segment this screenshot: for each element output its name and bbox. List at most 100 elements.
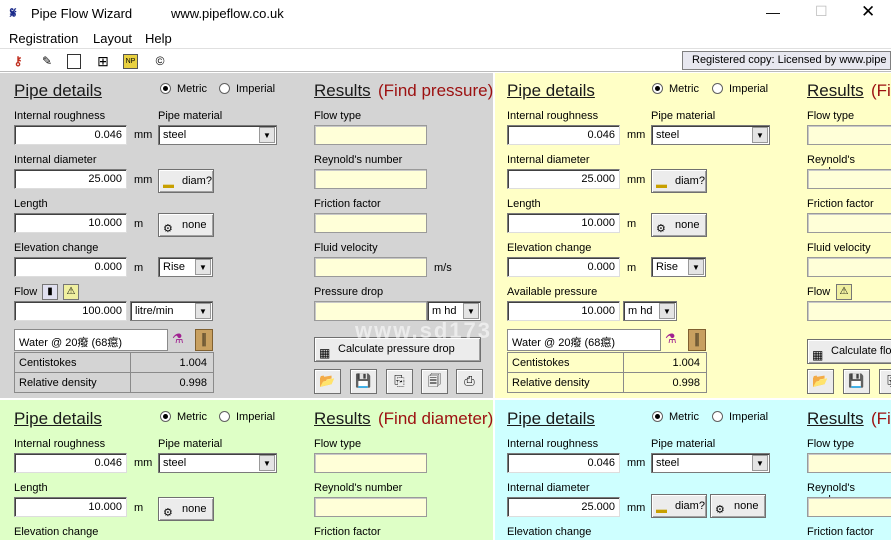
panel-find-pressure: Pipe details Metric Imperial Results (Fi… <box>0 73 494 399</box>
grid-layout-icon[interactable]: ⊞ <box>95 53 111 69</box>
length-input[interactable]: 10.000 <box>507 213 620 233</box>
flow-type-result <box>314 125 427 145</box>
menu-registration[interactable]: Registration <box>9 31 78 46</box>
rise-fall-select[interactable]: Rise ▼ <box>158 257 213 277</box>
centistokes-value: 1.004 <box>672 357 700 369</box>
notes-icon[interactable]: NP <box>123 54 138 69</box>
flow-unit-select[interactable]: litre/min ▼ <box>130 301 213 321</box>
pipe-material-select[interactable]: steel ▼ <box>651 125 770 145</box>
save-button[interactable]: 💾 <box>843 369 870 394</box>
copyright-icon[interactable]: © <box>152 53 168 69</box>
print-button[interactable]: ⎙ <box>456 369 483 394</box>
results-heading: Results <box>314 81 371 100</box>
length-unit: m <box>134 502 144 514</box>
chevron-down-icon: ▼ <box>688 259 704 275</box>
roughness-input[interactable]: 0.046 <box>507 125 620 145</box>
chevron-down-icon: ▼ <box>659 303 675 319</box>
friction-result <box>807 213 891 233</box>
fittings-button[interactable]: ⚙ none <box>710 494 766 518</box>
elevation-unit: m <box>627 262 637 274</box>
app-icon: 𝄋 <box>10 5 17 22</box>
open-file-button[interactable]: 📂 <box>314 369 341 394</box>
rise-fall-select[interactable]: Rise ▼ <box>651 257 706 277</box>
chevron-down-icon: ▼ <box>259 127 275 143</box>
fluid-database-icon[interactable]: ║ <box>195 329 213 351</box>
metric-radio[interactable]: Metric <box>652 83 699 95</box>
chevron-down-icon: ▼ <box>463 303 479 319</box>
roughness-input[interactable]: 0.046 <box>14 453 127 473</box>
save-as-button[interactable]: 🗐 <box>421 369 448 394</box>
menu-bar: Registration Layout Help <box>0 28 891 48</box>
open-file-button[interactable]: 📂 <box>807 369 834 394</box>
diameter-input[interactable]: 25.000 <box>507 497 620 517</box>
imperial-radio[interactable]: Imperial <box>219 83 275 95</box>
elevation-input[interactable]: 0.000 <box>507 257 620 277</box>
length-input[interactable]: 10.000 <box>14 497 127 517</box>
pipe-material-select[interactable]: steel ▼ <box>158 453 277 473</box>
roughness-input[interactable]: 0.046 <box>14 125 127 145</box>
flask-icon[interactable]: ⚗ <box>665 331 677 347</box>
calculate-flow-button[interactable]: ▦ Calculate flo <box>807 339 891 364</box>
flow-type-result <box>807 453 891 473</box>
diameter-lookup-button[interactable]: ▬ diam? <box>651 169 707 193</box>
flow-warning-icon[interactable]: ⚠ <box>836 284 852 300</box>
available-pressure-input[interactable]: 10.000 <box>507 301 620 321</box>
roughness-unit: mm <box>134 457 153 469</box>
imperial-radio[interactable]: Imperial <box>712 411 768 423</box>
copy-button[interactable]: ⎘ <box>879 369 891 394</box>
diameter-input[interactable]: 25.000 <box>507 169 620 189</box>
roughness-unit: mm <box>134 129 153 141</box>
minimize-button[interactable]: — <box>766 4 780 20</box>
friction-label: Friction factor <box>807 198 874 210</box>
velocity-unit: m/s <box>434 262 452 274</box>
friction-result <box>314 213 427 233</box>
fittings-button[interactable]: ⚙ none <box>158 497 214 521</box>
pipe-size-icon: ▬ <box>656 179 667 192</box>
watermark: www.sd173.com <box>355 318 494 343</box>
flow-warning-icon[interactable]: ⚠ <box>63 284 79 300</box>
reynolds-label: Reynold's number <box>314 482 403 494</box>
fittings-button[interactable]: ⚙ none <box>651 213 707 237</box>
copy-button[interactable]: ⎘ <box>386 369 413 394</box>
maximize-button[interactable]: ☐ <box>815 3 828 20</box>
window-title: Pipe Flow Wizard <box>31 6 133 21</box>
fluid-database-icon[interactable]: ║ <box>688 329 706 351</box>
pipe-details-heading: Pipe details <box>507 81 595 100</box>
pressure-unit-select[interactable]: m hd ▼ <box>623 301 677 321</box>
flow-type-label: Flow type <box>314 438 362 450</box>
diameter-unit: mm <box>627 174 646 186</box>
length-unit: m <box>134 218 144 230</box>
imperial-radio[interactable]: Imperial <box>219 411 275 423</box>
metric-radio[interactable]: Metric <box>160 411 207 423</box>
pipe-material-select[interactable]: steel ▼ <box>158 125 277 145</box>
elevation-input[interactable]: 0.000 <box>14 257 127 277</box>
pipe-material-select[interactable]: steel ▼ <box>651 453 770 473</box>
imperial-radio[interactable]: Imperial <box>712 83 768 95</box>
mode-subtitle: (Find pressure) <box>378 81 494 100</box>
available-pressure-label: Available pressure <box>507 286 598 298</box>
key-icon[interactable]: ⚷ <box>10 53 26 69</box>
diameter-lookup-button[interactable]: ▬ diam? <box>651 494 707 518</box>
open-folder-icon: 📂 <box>319 373 336 388</box>
relative-density-row: Relative density 0.998 <box>507 372 707 393</box>
length-input[interactable]: 10.000 <box>14 213 127 233</box>
metric-radio[interactable]: Metric <box>160 83 207 95</box>
save-disk-icon: 💾 <box>848 373 865 388</box>
checklist-icon[interactable]: ✎ <box>39 53 55 69</box>
flow-input[interactable]: 100.000 <box>14 301 127 321</box>
diameter-lookup-button[interactable]: ▬ diam? <box>158 169 214 193</box>
valve-icon: ⚙ <box>163 507 173 520</box>
menu-help[interactable]: Help <box>145 31 172 46</box>
metric-radio[interactable]: Metric <box>652 411 699 423</box>
save-button[interactable]: 💾 <box>350 369 377 394</box>
friction-label: Friction factor <box>807 526 874 538</box>
close-button[interactable]: ✕ <box>861 2 875 22</box>
single-panel-icon[interactable] <box>67 54 81 69</box>
fittings-button[interactable]: ⚙ none <box>158 213 214 237</box>
diameter-input[interactable]: 25.000 <box>14 169 127 189</box>
reynolds-result <box>314 169 427 189</box>
menu-layout[interactable]: Layout <box>93 31 132 46</box>
flow-meter-icon[interactable]: ▮ <box>42 284 58 300</box>
flask-icon[interactable]: ⚗ <box>172 331 184 347</box>
roughness-input[interactable]: 0.046 <box>507 453 620 473</box>
